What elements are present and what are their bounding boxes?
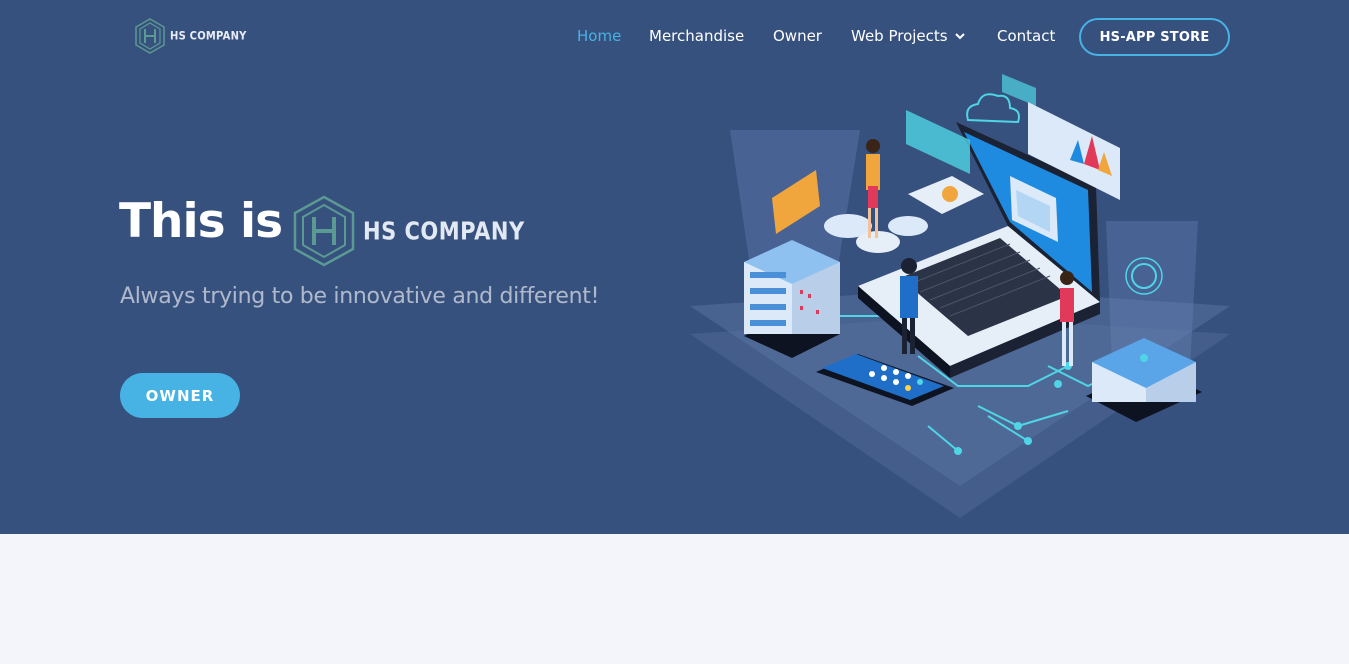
nav-item-merchandise[interactable]: Merchandise <box>649 27 744 45</box>
hero-logo-text: HS COMPANY <box>363 216 525 246</box>
hero-subtitle: Always trying to be innovative and diffe… <box>120 284 600 309</box>
hs-logo-icon <box>293 195 355 267</box>
owner-button[interactable]: OWNER <box>120 373 240 418</box>
nav-item-owner[interactable]: Owner <box>773 27 822 45</box>
app-store-button[interactable]: HS-APP STORE <box>1079 18 1230 56</box>
hero-headline-wrap: This is <box>119 194 283 249</box>
chevron-down-icon <box>954 33 965 40</box>
isometric-tech-illustration <box>690 74 1230 518</box>
hero-headline: This is <box>119 194 283 249</box>
hero-logo: HS COMPANY <box>291 195 525 267</box>
hero-section: HS COMPANY Home Merchandise Owner Web Pr… <box>0 0 1349 534</box>
header-logo-text: HS COMPANY <box>170 29 247 43</box>
nav-item-contact[interactable]: Contact <box>997 27 1055 45</box>
nav-item-web-projects[interactable]: Web Projects <box>851 27 966 45</box>
hs-logo-icon <box>135 18 165 54</box>
nav-item-home[interactable]: Home <box>577 27 621 45</box>
content-section <box>0 534 1349 664</box>
nav-item-web-projects-label: Web Projects <box>851 27 948 45</box>
header-logo[interactable]: HS COMPANY <box>134 18 247 54</box>
